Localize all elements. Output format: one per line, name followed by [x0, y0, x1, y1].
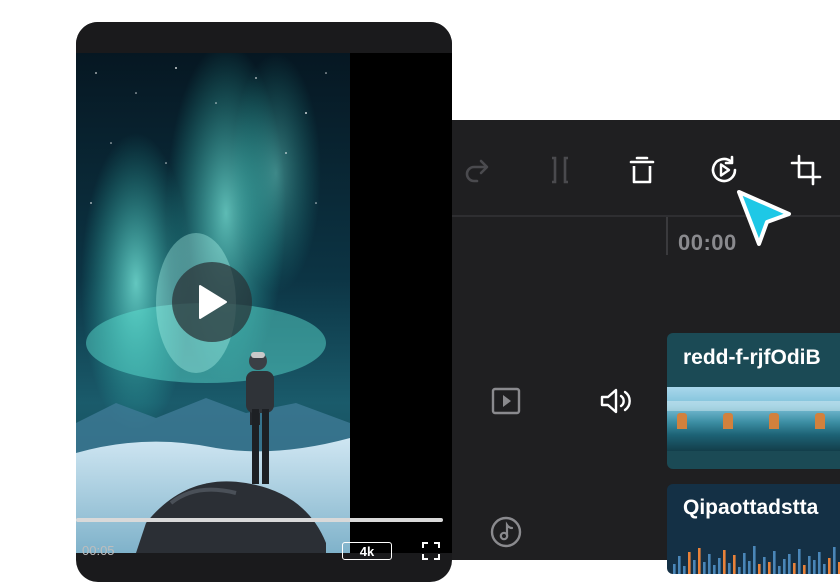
filmstrip-frame — [759, 387, 805, 451]
waveform-bar — [673, 564, 676, 574]
video-track-icon[interactable] — [488, 384, 524, 418]
waveform-bar — [823, 564, 826, 574]
waveform-bar — [768, 562, 771, 574]
waveform-bar — [738, 567, 741, 574]
playback-time: 00:05 — [82, 543, 115, 558]
waveform-bar — [693, 560, 696, 574]
waveform-bar — [753, 546, 756, 574]
waveform-bar — [743, 553, 746, 574]
phone-top-bar — [76, 22, 452, 53]
waveform-bar — [683, 566, 686, 574]
waveform-bar — [783, 559, 786, 574]
waveform-bar — [833, 547, 836, 574]
waveform-bar — [733, 555, 736, 574]
music-track-icon[interactable] — [488, 514, 524, 550]
preview-phone: 00:05 4k — [76, 22, 452, 582]
waveform-bar — [688, 552, 691, 574]
filmstrip-frame — [667, 387, 713, 451]
waveform-bar — [793, 563, 796, 574]
filmstrip-frame — [713, 387, 759, 451]
timeline-time: 00:00 — [678, 230, 737, 255]
waveform-bar — [803, 565, 806, 574]
waveform-bar — [723, 550, 726, 574]
waveform-bar — [713, 565, 716, 574]
waveform-bar — [758, 564, 761, 574]
waveform-bar — [778, 566, 781, 574]
video-filmstrip — [667, 387, 840, 451]
waveform-bar — [678, 556, 681, 574]
waveform-bar — [728, 563, 731, 574]
ruler-tick — [666, 217, 668, 255]
waveform-bar — [708, 554, 711, 574]
waveform-bar — [828, 558, 831, 574]
replay-icon[interactable] — [704, 150, 744, 190]
fullscreen-icon[interactable] — [422, 542, 440, 560]
waveform-bar — [818, 552, 821, 574]
quality-badge[interactable]: 4k — [342, 542, 392, 560]
waveform-bar — [813, 560, 816, 574]
waveform-bar — [698, 548, 701, 574]
audio-waveform — [673, 546, 840, 574]
waveform-bar — [703, 562, 706, 574]
video-clip-name: redd-f-rjfOdiB — [683, 346, 821, 369]
audio-clip-name: Qipaottadstta — [683, 496, 819, 519]
split-icon[interactable] — [540, 150, 580, 190]
filmstrip-frame — [805, 387, 840, 451]
video-clip[interactable]: redd-f-rjfOdiB — [667, 333, 840, 469]
delete-icon[interactable] — [622, 150, 662, 190]
waveform-bar — [748, 561, 751, 574]
waveform-bar — [798, 549, 801, 574]
audio-clip[interactable]: Qipaottadstta — [667, 484, 840, 574]
waveform-bar — [773, 551, 776, 574]
volume-icon[interactable] — [596, 384, 636, 418]
waveform-bar — [718, 558, 721, 574]
redo-icon[interactable] — [458, 150, 498, 190]
crop-icon[interactable] — [786, 150, 826, 190]
play-icon — [199, 285, 227, 319]
video-preview[interactable]: 00:05 4k — [76, 53, 452, 560]
pointer-cursor-icon — [737, 190, 791, 246]
waveform-bar — [788, 554, 791, 574]
playback-progress-bar[interactable] — [76, 518, 443, 522]
play-button[interactable] — [172, 262, 252, 342]
waveform-bar — [808, 556, 811, 574]
